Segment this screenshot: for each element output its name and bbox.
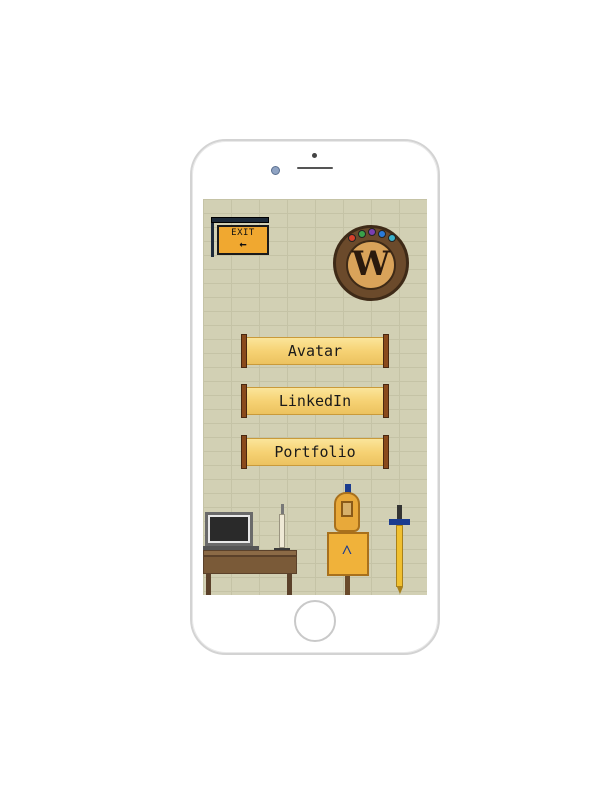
- desk-leg: [287, 574, 292, 595]
- portfolio-button[interactable]: Portfolio: [241, 435, 389, 469]
- scroll-rod: [383, 334, 389, 368]
- desk-icon: [203, 556, 297, 574]
- scroll-paper: Portfolio: [247, 438, 383, 466]
- home-button[interactable]: [294, 600, 336, 642]
- desk-leg: [206, 574, 211, 595]
- gem-icon: [358, 230, 366, 238]
- earpiece-speaker: [297, 167, 333, 169]
- scroll-rod: [383, 384, 389, 418]
- sword-hilt: [397, 505, 402, 519]
- left-arrow-icon: ←: [239, 237, 247, 251]
- armor-stand: [345, 576, 350, 595]
- avatar-button-label: Avatar: [287, 342, 343, 360]
- logo-letter: W: [351, 244, 391, 284]
- sword-icon: [396, 525, 403, 587]
- sword-tip: [397, 587, 403, 594]
- candle-wick: [281, 504, 284, 514]
- gem-icon: [378, 230, 386, 238]
- linkedin-button[interactable]: LinkedIn: [241, 384, 389, 418]
- portfolio-button-label: Portfolio: [274, 443, 356, 461]
- laptop-icon: [205, 512, 253, 546]
- scroll-paper: Avatar: [247, 337, 383, 365]
- scroll-rod: [383, 435, 389, 469]
- exit-sign-board: EXIT ←: [217, 225, 269, 255]
- scroll-paper: LinkedIn: [247, 387, 383, 415]
- exit-button[interactable]: EXIT ←: [211, 217, 269, 257]
- laptop-display: [210, 517, 248, 541]
- gem-icon: [368, 228, 376, 236]
- armor-visor: [341, 501, 353, 517]
- front-camera-icon: [271, 166, 280, 175]
- avatar-button[interactable]: Avatar: [241, 334, 389, 368]
- gem-icon: [348, 234, 356, 242]
- gem-icon: [388, 234, 396, 242]
- logo-emblem: W: [346, 240, 396, 290]
- app-screen: EXIT ← W Avatar LinkedIn Portfolio ˄: [203, 199, 427, 595]
- linkedin-button-label: LinkedIn: [278, 392, 352, 410]
- exit-sign-post: [211, 217, 214, 257]
- phone-frame: EXIT ← W Avatar LinkedIn Portfolio ˄: [190, 139, 440, 655]
- app-logo: W: [333, 225, 409, 301]
- armor-emblem-icon: ˄: [341, 540, 353, 561]
- proximity-sensor: [312, 153, 317, 158]
- exit-sign-bar: [211, 217, 269, 223]
- candle-icon: [279, 514, 285, 548]
